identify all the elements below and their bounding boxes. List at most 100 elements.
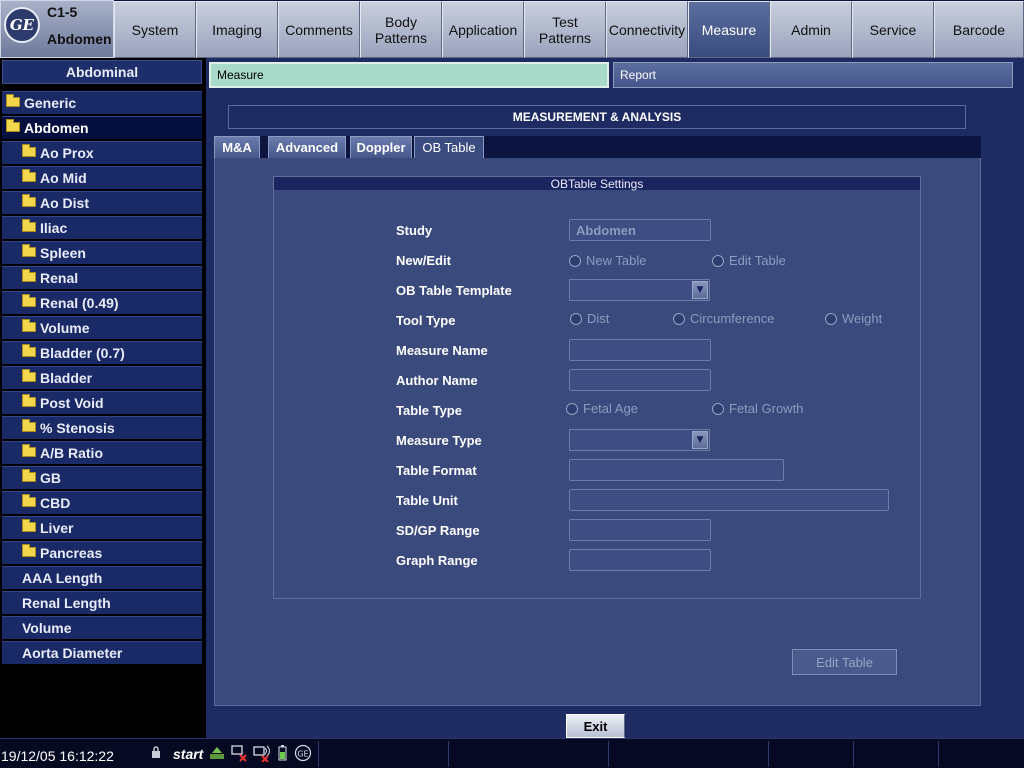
sidebar-item-label: Iliac [40,220,68,236]
status-segment [768,741,853,767]
folder-icon [22,294,36,307]
sidebar-item[interactable]: Bladder (0.7) [2,341,202,365]
tab-system[interactable]: System [114,1,196,58]
sidebar-item[interactable]: Renal [2,266,202,290]
network-icon [210,747,224,759]
radio-new-table[interactable]: New Table [569,253,646,268]
sidebar-item[interactable]: AAA Length [2,566,202,590]
sidebar-item-label: Ao Prox [40,145,94,161]
subtab-doppler[interactable]: Doppler [350,136,412,158]
edit-table-button[interactable]: Edit Table [792,649,897,675]
ge-tray-icon: GE [294,744,312,762]
sidebar-item[interactable]: Renal (0.49) [2,291,202,315]
study-field[interactable]: Abdomen [569,219,711,241]
graph-range-field[interactable] [569,549,711,571]
sidebar-item[interactable]: % Stenosis [2,416,202,440]
radio-circle-icon [569,254,581,267]
tab-body-patterns[interactable]: Body Patterns [360,1,442,58]
exit-button[interactable]: Exit [566,714,625,738]
sidebar-item[interactable]: CBD [2,491,202,515]
table-unit-field[interactable] [569,489,889,511]
label-graph-range: Graph Range [396,553,478,568]
subtab-m-a[interactable]: M&A [214,136,260,158]
tab-imaging[interactable]: Imaging [196,1,278,58]
sidebar-item[interactable]: Post Void [2,391,202,415]
sidebar-item[interactable]: Iliac [2,216,202,240]
radio-weight[interactable]: Weight [825,311,882,326]
folder-icon [22,194,36,207]
status-bar: 19/12/05 16:12:22 start GE [0,738,1024,768]
table-format-field[interactable] [569,459,784,481]
tab-connectivity[interactable]: Connectivity [606,1,688,58]
folder-icon [22,494,36,507]
content-panel: OBTable Settings Study Abdomen New/Edit … [214,158,981,706]
chevron-down-icon[interactable]: ▼ [692,281,708,299]
sidebar-item[interactable]: Volume [2,316,202,340]
folder-icon [22,544,36,557]
radio-circle-icon [825,312,837,325]
sidebar-item[interactable]: Ao Mid [2,166,202,190]
radio-edit-table[interactable]: Edit Table [712,253,786,268]
tab-test-patterns[interactable]: Test Patterns [524,1,606,58]
tab-service[interactable]: Service [852,1,934,58]
folder-icon [22,244,36,257]
sidebar-item-label: Renal Length [22,595,111,611]
radio-circle-icon [673,312,685,325]
folder-icon [22,144,36,157]
sidebar-item[interactable]: Pancreas [2,541,202,565]
folder-icon [22,419,36,432]
sidebar-item[interactable]: Generic [2,91,202,115]
folder-icon [22,394,36,407]
radio-label: Dist [587,311,610,326]
sidebar-item[interactable]: Spleen [2,241,202,265]
sidebar-item-label: GB [40,470,61,486]
sidebar-item[interactable]: Bladder [2,366,202,390]
folder-icon [22,319,36,332]
radio-label: Circumference [690,311,775,326]
template-select[interactable]: ▼ [569,279,710,301]
folder-icon [22,469,36,482]
radio-circle-icon [566,402,578,415]
chevron-down-icon[interactable]: ▼ [692,431,708,449]
sidebar-item-label: % Stenosis [40,420,115,436]
tab-admin[interactable]: Admin [770,1,852,58]
sidebar-item[interactable]: Abdomen [2,116,202,140]
wireless-icon [253,745,270,762]
sidebar-item[interactable]: Volume [2,616,202,640]
sidebar-item[interactable]: GB [2,466,202,490]
label-new-edit: New/Edit [396,253,451,268]
battery-icon [278,745,287,761]
tab-comments[interactable]: Comments [278,1,360,58]
sidebar-item[interactable]: Ao Prox [2,141,202,165]
tab-measure[interactable]: Measure [209,62,609,88]
subtab-ob-table[interactable]: OB Table [414,136,484,158]
probe-info: GE C1-5 Abdomen [0,0,114,58]
subtab-advanced[interactable]: Advanced [268,136,346,158]
sidebar-item[interactable]: Ao Dist [2,191,202,215]
sd-gp-range-field[interactable] [569,519,711,541]
start-button[interactable]: start [173,746,203,762]
tab-measure[interactable]: Measure [688,1,770,58]
radio-fetal-age[interactable]: Fetal Age [566,401,638,416]
measure-type-select[interactable]: ▼ [569,429,710,451]
folder-icon [6,119,20,132]
radio-circumference[interactable]: Circumference [673,311,775,326]
radio-circle-icon [712,402,724,415]
radio-dist[interactable]: Dist [570,311,609,326]
sidebar: Abdominal Generic Abdomen Ao Prox Ao Mid Ao … [0,58,206,738]
author-name-field[interactable] [569,369,711,391]
tab-report[interactable]: Report [613,62,1013,88]
folder-icon [22,519,36,532]
tab-barcode[interactable]: Barcode [934,1,1024,58]
sidebar-item-label: Bladder (0.7) [40,345,125,361]
tab-application[interactable]: Application [442,1,524,58]
sidebar-item[interactable]: Liver [2,516,202,540]
sidebar-item[interactable]: Renal Length [2,591,202,615]
label-tool-type: Tool Type [396,313,456,328]
sidebar-item[interactable]: A/B Ratio [2,441,202,465]
measure-name-field[interactable] [569,339,711,361]
sidebar-item[interactable]: Aorta Diameter [2,641,202,665]
obtable-settings: OBTable Settings Study Abdomen New/Edit … [273,176,921,599]
radio-fetal-growth[interactable]: Fetal Growth [712,401,803,416]
status-segment [938,741,1024,767]
